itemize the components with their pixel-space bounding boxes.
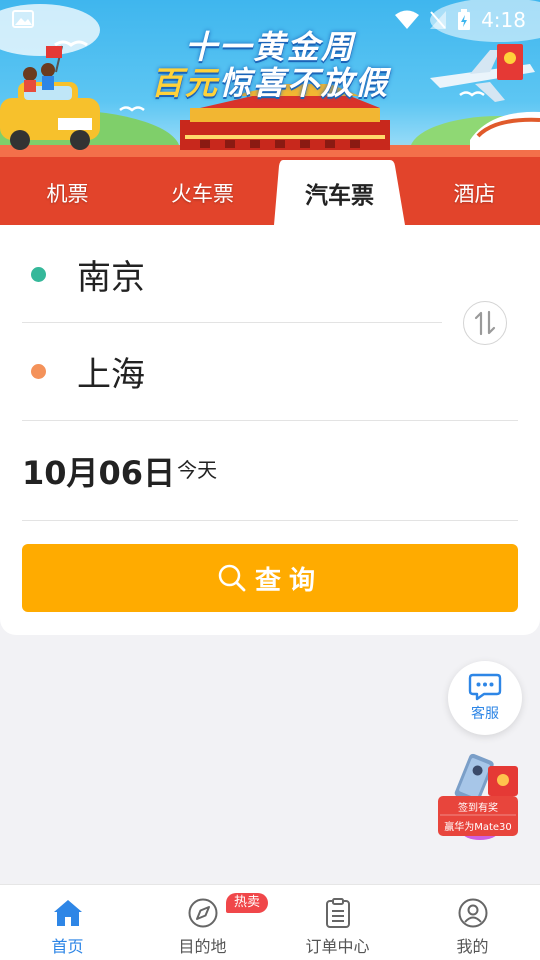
departure-city-field[interactable]: 南京: [22, 227, 442, 323]
transport-tabs: 机票 火车票 汽车票 酒店: [0, 160, 540, 225]
search-icon: [218, 564, 246, 592]
customer-service-label: 客服: [471, 706, 499, 722]
compass-icon: [188, 898, 217, 928]
nav-profile-label: 我的: [456, 937, 489, 956]
tab-flights[interactable]: 机票: [0, 160, 135, 225]
tab-buses[interactable]: 汽车票: [272, 160, 407, 225]
banner-highlight-text: 百元: [150, 64, 219, 102]
promo-line1: 签到有奖: [458, 803, 498, 814]
home-icon: [53, 900, 82, 926]
user-icon: [458, 898, 487, 928]
nav-home-label: 首页: [51, 937, 84, 956]
tab-hotels[interactable]: 酒店: [407, 160, 540, 225]
nav-orders[interactable]: 订单中心: [270, 885, 405, 960]
departure-dot: [31, 267, 46, 282]
banner-headline-line2: 百元惊喜不放假: [0, 58, 540, 104]
search-form-card: 南京 上海 10月06日 今天 查询: [0, 225, 540, 635]
promo-line2: 赢华为Mate30: [444, 822, 512, 833]
banner-rest-text: 惊喜不放假: [219, 64, 390, 102]
date-field[interactable]: 10月06日 今天: [22, 421, 518, 521]
arrival-city-field[interactable]: 上海: [22, 323, 442, 419]
nav-destination-label: 目的地: [178, 937, 227, 956]
chat-icon: [468, 673, 502, 701]
nav-home[interactable]: 首页: [0, 885, 135, 960]
search-button-label: 查询: [254, 564, 323, 595]
nav-profile[interactable]: 我的: [405, 885, 540, 960]
search-button[interactable]: 查询: [22, 544, 518, 612]
hot-sale-badge: 热卖: [226, 893, 269, 913]
swap-cities-button[interactable]: [463, 301, 507, 345]
tab-trains[interactable]: 火车票: [135, 160, 270, 225]
nav-orders-label: 订单中心: [305, 937, 370, 956]
arrival-city: 上海: [77, 354, 145, 395]
arrival-dot: [31, 363, 46, 379]
date-note: 今天: [177, 457, 218, 482]
divider: [22, 520, 518, 521]
swap-vertical-icon: [474, 310, 496, 336]
order-list-icon: [325, 898, 350, 928]
customer-service-button[interactable]: 客服: [448, 661, 522, 735]
bottom-navigation: 首页 目的地 订单中心 我的: [0, 884, 540, 960]
departure-date: 10月06日: [22, 454, 176, 492]
departure-city: 南京: [77, 258, 145, 298]
